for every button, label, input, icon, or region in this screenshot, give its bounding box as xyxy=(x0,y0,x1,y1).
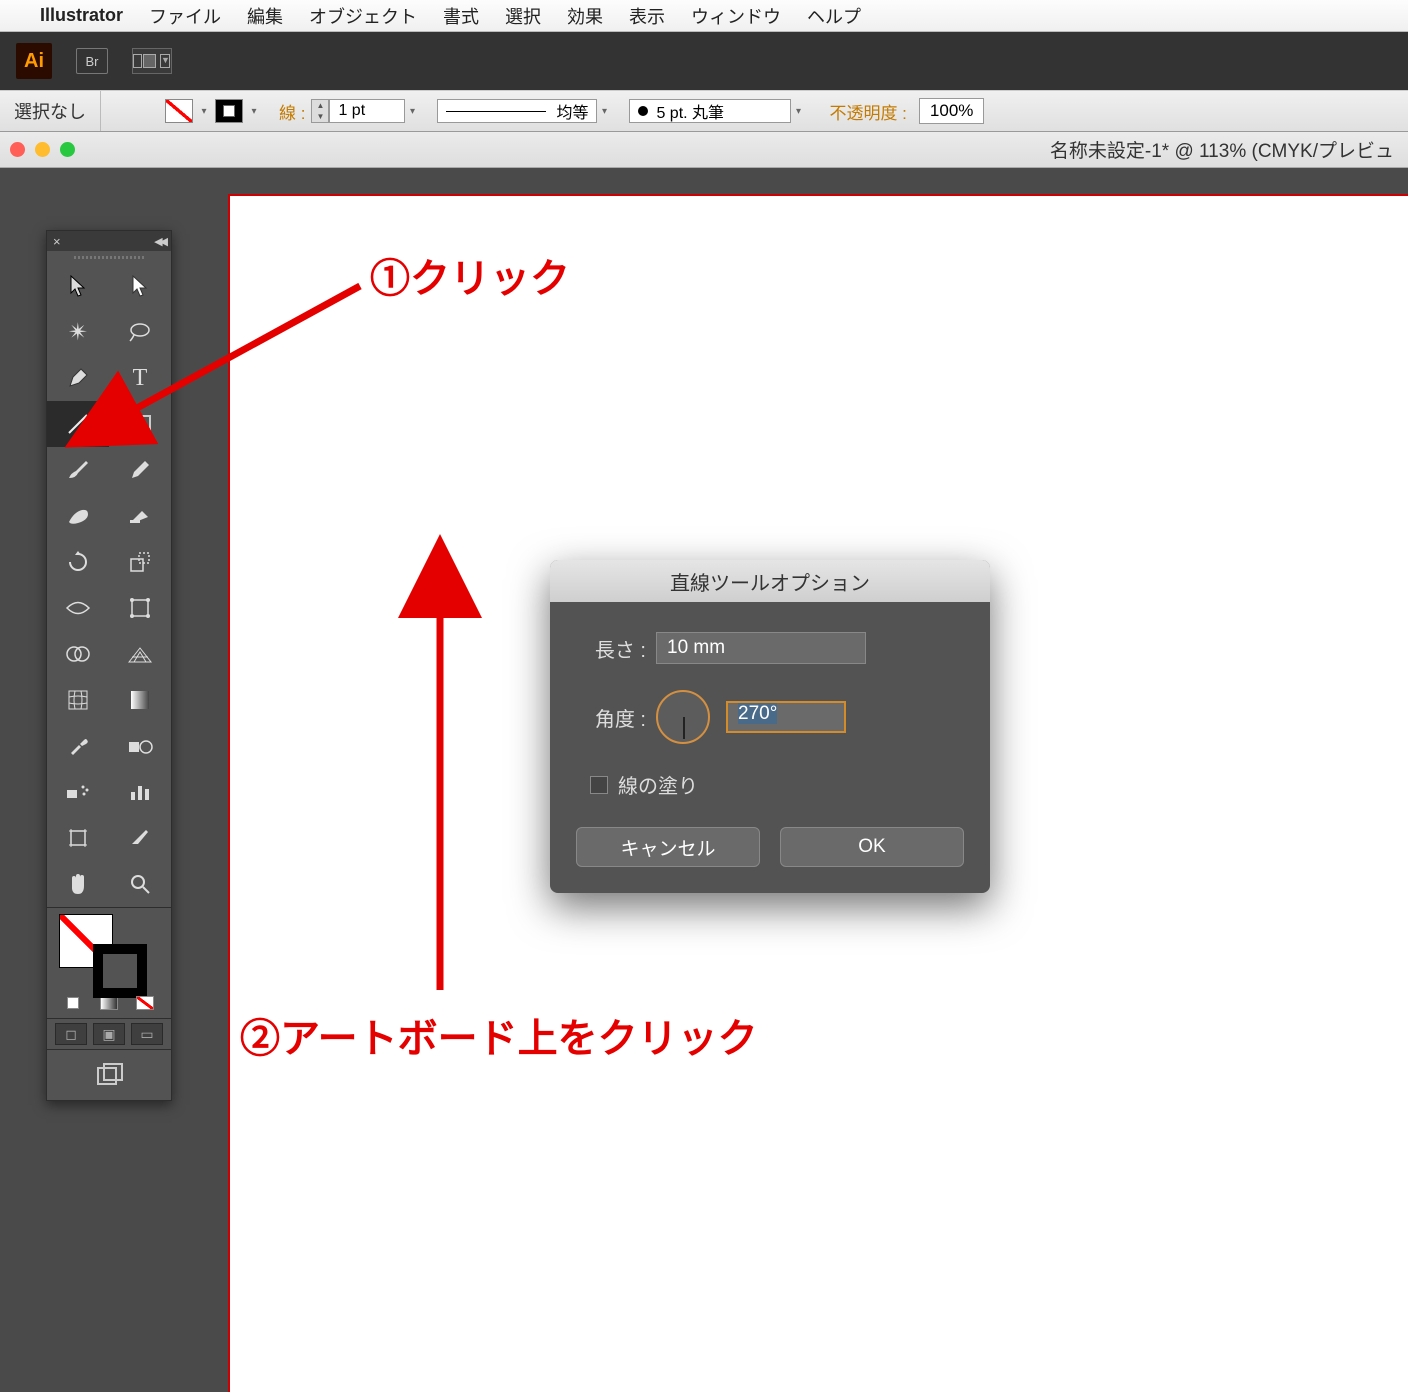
zoom-tool[interactable] xyxy=(109,861,171,907)
stroke-weight-stepper[interactable]: ▲▼ xyxy=(311,99,329,123)
pen-tool[interactable] xyxy=(47,355,109,401)
color-mode-icon[interactable] xyxy=(55,988,91,1018)
shape-builder-tool[interactable] xyxy=(47,631,109,677)
menu-edit[interactable]: 編集 xyxy=(247,3,283,29)
length-label: 長さ : xyxy=(576,634,656,663)
blob-brush-tool[interactable] xyxy=(47,493,109,539)
gradient-tool[interactable] xyxy=(109,677,171,723)
angle-label: 角度 : xyxy=(576,703,656,732)
stroke-dropdown[interactable]: ▾ xyxy=(247,106,261,117)
stroke-label: 線 : xyxy=(261,99,311,124)
line-segment-tool[interactable] xyxy=(47,401,109,447)
full-screen-menu-icon[interactable]: ▣ xyxy=(93,1023,125,1045)
workspace: × ◀◀ ✴ T xyxy=(0,170,1408,1392)
magic-wand-tool[interactable]: ✴ xyxy=(47,309,109,355)
macos-menubar: Illustrator ファイル 編集 オブジェクト 書式 選択 効果 表示 ウ… xyxy=(0,0,1408,32)
minimize-window-icon[interactable] xyxy=(35,142,50,157)
selection-tool[interactable] xyxy=(47,263,109,309)
menu-file[interactable]: ファイル xyxy=(149,3,221,29)
menu-select[interactable]: 選択 xyxy=(505,3,541,29)
eyedropper-tool[interactable] xyxy=(47,723,109,769)
document-titlebar: 名称未設定-1* @ 113% (CMYK/プレビュ xyxy=(0,132,1408,168)
column-graph-tool[interactable] xyxy=(109,769,171,815)
menubar-app-name[interactable]: Illustrator xyxy=(40,5,123,26)
brush-value[interactable]: 5 pt. 丸筆 xyxy=(629,99,791,123)
angle-input[interactable]: 270° xyxy=(726,701,846,733)
scale-tool[interactable] xyxy=(109,539,171,585)
change-screen-mode-icon[interactable] xyxy=(47,1050,171,1100)
fill-dropdown[interactable]: ▾ xyxy=(197,106,211,117)
stroke-swatch[interactable] xyxy=(215,99,243,123)
cancel-button[interactable]: キャンセル xyxy=(576,827,760,867)
menu-window[interactable]: ウィンドウ xyxy=(691,3,781,29)
menu-view[interactable]: 表示 xyxy=(629,3,665,29)
full-screen-icon[interactable]: ▭ xyxy=(131,1023,163,1045)
fill-swatch[interactable] xyxy=(165,99,193,123)
rotate-tool[interactable] xyxy=(47,539,109,585)
fill-stroke-control[interactable] xyxy=(47,908,171,988)
zoom-window-icon[interactable] xyxy=(60,142,75,157)
panel-collapse-icon[interactable]: ◀◀ xyxy=(61,235,165,248)
panel-close-icon[interactable]: × xyxy=(53,234,61,249)
eraser-tool[interactable] xyxy=(109,493,171,539)
close-window-icon[interactable] xyxy=(10,142,25,157)
panel-grip-icon[interactable] xyxy=(47,251,171,263)
angle-dial[interactable] xyxy=(656,690,710,744)
artboard-tool[interactable] xyxy=(47,815,109,861)
ok-button[interactable]: OK xyxy=(780,827,964,867)
opacity-value[interactable]: 100% xyxy=(919,98,984,124)
fill-line-label: 線の塗り xyxy=(618,770,698,799)
brush-dropdown[interactable]: ▾ xyxy=(791,106,805,117)
annotation-arrow-1-icon xyxy=(112,280,372,435)
blend-tool[interactable] xyxy=(109,723,171,769)
bridge-icon[interactable]: Br xyxy=(76,48,108,74)
width-tool[interactable] xyxy=(47,585,109,631)
stroke-profile-value[interactable]: 均等 xyxy=(437,99,597,123)
illustrator-logo-icon: Ai xyxy=(16,43,52,79)
app-bar: Ai Br ▼ xyxy=(0,32,1408,90)
stroke-color-icon[interactable] xyxy=(93,944,147,998)
menu-type[interactable]: 書式 xyxy=(443,3,479,29)
control-bar: 選択なし ▾ ▾ 線 : ▲▼ 1 pt ▾ 均等 ▾ 5 pt. 丸筆 ▾ 不… xyxy=(0,90,1408,132)
dialog-title: 直線ツールオプション xyxy=(550,560,990,602)
menu-help[interactable]: ヘルプ xyxy=(807,3,861,29)
fill-line-checkbox[interactable] xyxy=(590,776,608,794)
menu-object[interactable]: オブジェクト xyxy=(309,3,417,29)
stroke-weight-dropdown[interactable]: ▾ xyxy=(405,106,419,117)
window-controls xyxy=(10,142,75,157)
menu-effect[interactable]: 効果 xyxy=(567,3,603,29)
mesh-tool[interactable] xyxy=(47,677,109,723)
slice-tool[interactable] xyxy=(109,815,171,861)
selection-status: 選択なし xyxy=(0,98,100,124)
length-input[interactable] xyxy=(656,632,866,664)
stroke-profile-dropdown[interactable]: ▾ xyxy=(597,106,611,117)
stroke-weight-value[interactable]: 1 pt xyxy=(329,99,405,123)
hand-tool[interactable] xyxy=(47,861,109,907)
symbol-sprayer-tool[interactable] xyxy=(47,769,109,815)
annotation-arrow-2-icon xyxy=(410,590,470,1005)
document-title: 名称未設定-1* @ 113% (CMYK/プレビュ xyxy=(95,136,1398,163)
opacity-label: 不透明度 : xyxy=(805,99,912,124)
brush-preview-icon xyxy=(638,106,648,116)
free-transform-tool[interactable] xyxy=(109,585,171,631)
workspace-layout-button[interactable]: ▼ xyxy=(132,48,172,74)
pencil-tool[interactable] xyxy=(109,447,171,493)
normal-screen-icon[interactable]: ◻ xyxy=(55,1023,87,1045)
paintbrush-tool[interactable] xyxy=(47,447,109,493)
perspective-grid-tool[interactable] xyxy=(109,631,171,677)
line-tool-options-dialog: 直線ツールオプション 長さ : 角度 : 270° 線の塗り キャンセル OK xyxy=(550,560,990,893)
